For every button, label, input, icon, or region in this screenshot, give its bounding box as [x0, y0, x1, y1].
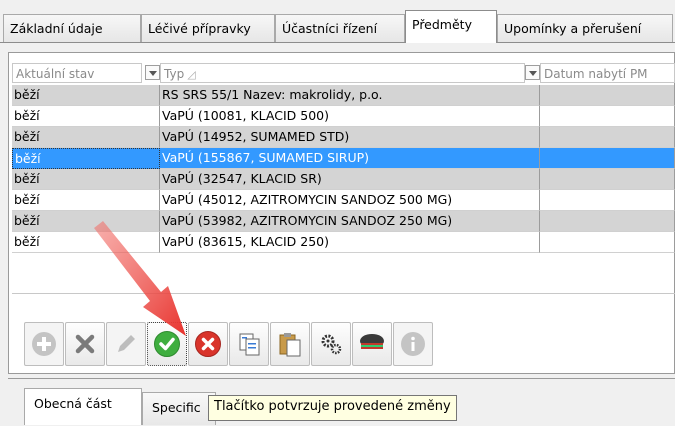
copy-icon — [239, 333, 260, 356]
table-row[interactable]: běží VaPÚ (32547, KLACID SR) — [12, 169, 675, 190]
cell-date — [540, 127, 675, 148]
column-header-typ[interactable]: Typ ◿ — [160, 63, 525, 83]
group-button[interactable] — [352, 322, 392, 366]
table-row[interactable]: běží VaPÚ (53982, AZITROMYCIN SANDOZ 250 … — [12, 211, 675, 232]
table-empty-area — [12, 293, 675, 314]
tab-bar: Základní údaje Léčivé přípravky Účastníc… — [0, 0, 675, 44]
cell-status: běží — [12, 148, 160, 169]
cell-type: VaPÚ (53982, AZITROMYCIN SANDOZ 250 MG) — [160, 211, 540, 232]
plus-circle-icon — [32, 332, 56, 356]
info-button[interactable] — [393, 322, 433, 366]
filter-dropdown-icon[interactable] — [525, 65, 540, 80]
cell-date — [540, 106, 675, 127]
tab-obecna-cast[interactable]: Obecná část — [24, 388, 142, 425]
delete-button[interactable] — [65, 322, 105, 366]
cell-type: VaPÚ (83615, KLACID 250) — [160, 232, 540, 253]
confirm-button[interactable] — [147, 322, 187, 366]
sort-triangle-icon: ◿ — [187, 68, 196, 81]
cell-status: běží — [12, 211, 160, 232]
tooltip: Tlačítko potvrzuje provedené změny — [208, 395, 457, 421]
cell-type: VaPÚ (10081, KLACID 500) — [160, 106, 540, 127]
column-header-datum-nabyti-pm[interactable]: Datum nabytí PM — [540, 63, 675, 83]
settings-button[interactable] — [311, 322, 351, 366]
cell-type: VaPÚ (14952, SUMAMED STD) — [160, 127, 540, 148]
gears-icon — [321, 334, 342, 355]
cell-status: běží — [12, 232, 160, 253]
cell-type: VaPÚ (32547, KLACID SR) — [160, 169, 540, 190]
check-circle-icon — [154, 331, 180, 357]
cell-date — [540, 211, 675, 232]
cell-date — [540, 190, 675, 211]
x-icon — [75, 334, 95, 354]
table-row[interactable]: běží VaPÚ (83615, KLACID 250) — [12, 232, 675, 253]
add-button[interactable] — [24, 322, 64, 366]
tab-predmety[interactable]: Předměty — [405, 10, 497, 43]
edit-button[interactable] — [106, 322, 146, 366]
x-circle-icon — [195, 331, 221, 357]
tab-divider — [0, 42, 675, 43]
table-row[interactable]: běží VaPÚ (45012, AZITROMYCIN SANDOZ 500 … — [12, 190, 675, 211]
cell-date — [540, 232, 675, 253]
column-header-label: Aktuální stav — [16, 67, 95, 81]
tab-zakladni-udaje[interactable]: Základní údaje — [3, 14, 141, 42]
cell-type: VaPÚ (155867, SUMAMED SIRUP) — [160, 148, 540, 169]
cell-status: běží — [12, 190, 160, 211]
pencil-icon — [118, 335, 135, 352]
table-row[interactable]: běží VaPÚ (14952, SUMAMED STD) — [12, 127, 675, 148]
table-header: Aktuální stav Typ ◿ Datum nabytí PM — [12, 63, 675, 83]
cell-date — [540, 85, 675, 106]
cell-type: VaPÚ (45012, AZITROMYCIN SANDOZ 500 MG) — [160, 190, 540, 211]
info-icon — [401, 332, 425, 356]
column-header-label: Typ — [164, 67, 185, 81]
table-row[interactable]: běží VaPÚ (10081, KLACID 500) — [12, 106, 675, 127]
cell-date — [540, 148, 675, 169]
tab-specific[interactable]: Specific — [142, 392, 216, 425]
table-row[interactable]: běží VaPÚ (155867, SUMAMED SIRUP) — [12, 148, 675, 169]
tab-ucastnici-rizeni[interactable]: Účastníci řízení — [275, 14, 405, 42]
cancel-button[interactable] — [188, 322, 228, 366]
cell-type: RS SRS 55/1 Nazev: makrolidy, p.o. — [160, 85, 540, 106]
cell-date — [540, 169, 675, 190]
tab-upominky-a-preruseni[interactable]: Upomínky a přerušení — [497, 14, 673, 42]
paste-button[interactable] — [270, 322, 310, 366]
column-header-aktualni-stav[interactable]: Aktuální stav — [12, 63, 142, 83]
cell-status: běží — [12, 127, 160, 148]
cell-status: běží — [12, 85, 160, 106]
table-row[interactable]: běží RS SRS 55/1 Nazev: makrolidy, p.o. — [12, 85, 675, 106]
filter-dropdown-icon[interactable] — [145, 65, 160, 80]
tab-lecive-pripravky[interactable]: Léčivé přípravky — [141, 14, 275, 42]
cell-status: běží — [12, 106, 160, 127]
column-header-label: Datum nabytí PM — [544, 67, 648, 81]
group-icon — [360, 334, 384, 349]
cell-status: běží — [12, 169, 160, 190]
paste-icon — [279, 333, 301, 357]
copy-button[interactable] — [229, 322, 269, 366]
